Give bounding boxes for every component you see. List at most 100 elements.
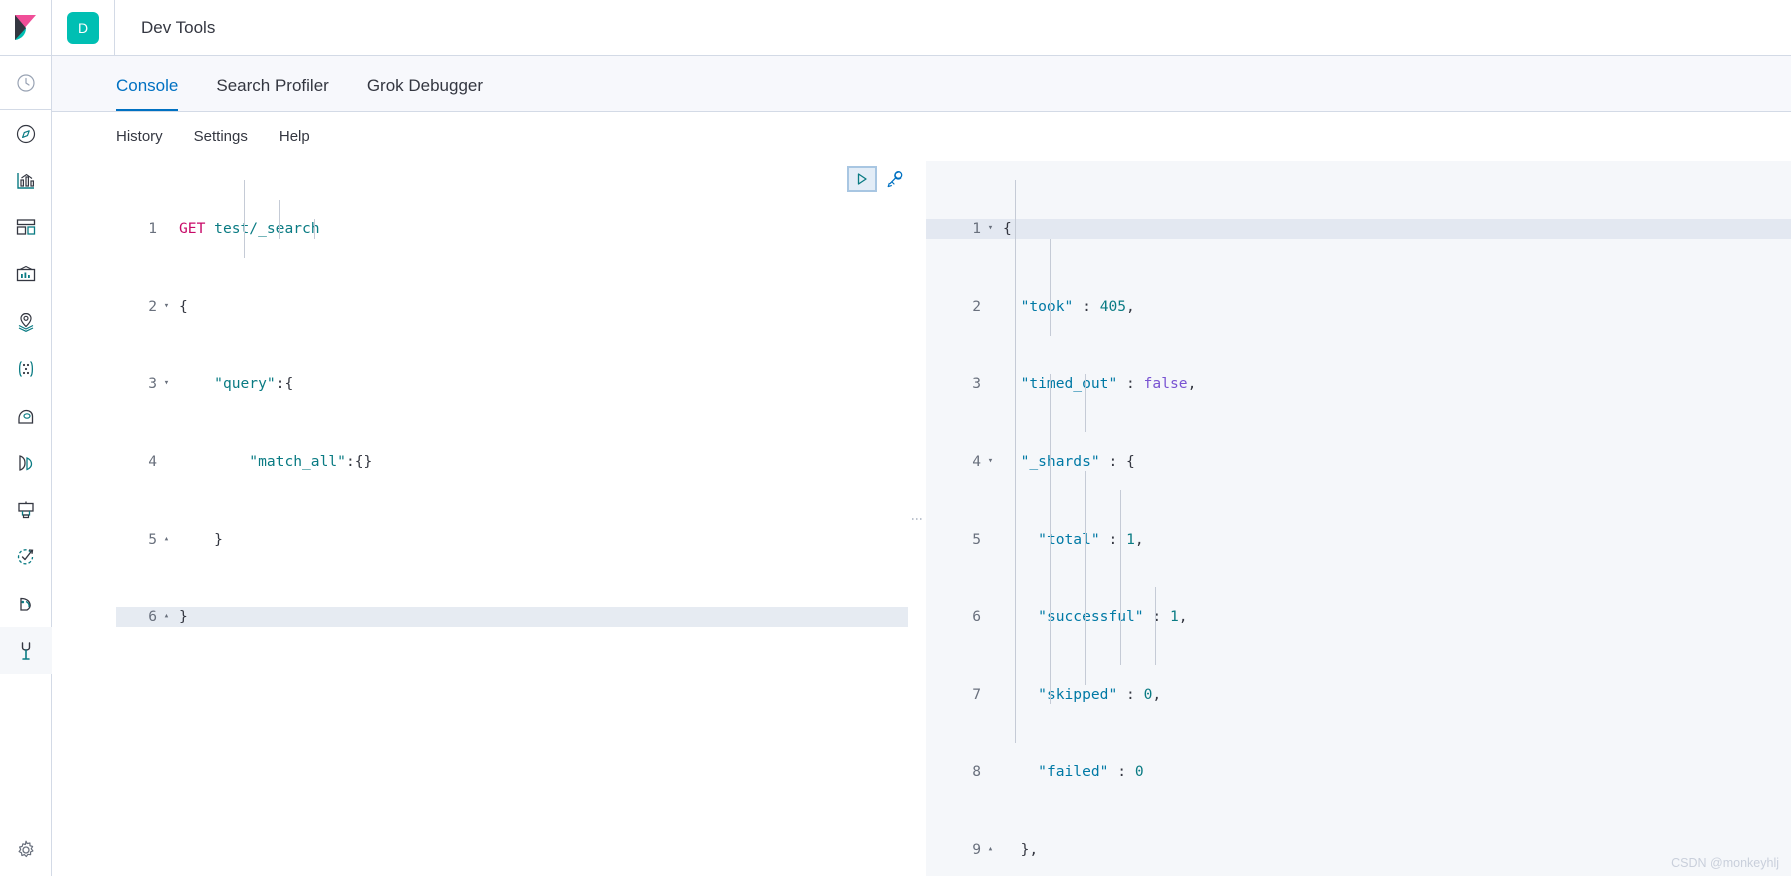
- request-editor-pane[interactable]: 1 GET test/_search 2 ▾ { 3 ▾ "query":{4…: [52, 161, 908, 876]
- indent-guide: [1155, 587, 1156, 665]
- siem-security-icon: [19, 597, 31, 611]
- sidebar-item-visualize[interactable]: [0, 157, 52, 204]
- fold-toggle[interactable]: ▾: [160, 297, 173, 316]
- compass-discover-icon: [16, 124, 35, 143]
- response-pane[interactable]: 1 ▾ { 2 "took" : 405, 3 "timed_out" : fa…: [926, 161, 1791, 876]
- response-line-1: 1 ▾ {: [926, 219, 1791, 239]
- sidebar-item-discover[interactable]: [0, 110, 52, 157]
- request-editor-lines[interactable]: 1 GET test/_search 2 ▾ { 3 ▾ "query":{4…: [116, 161, 908, 743]
- response-line-text: "successful" : 1,: [997, 607, 1187, 626]
- response-line-2: 2 "took" : 405,: [926, 297, 1791, 316]
- fold-toggle[interactable]: ▴: [160, 530, 173, 549]
- request-line-text: GET test/_search: [173, 219, 320, 238]
- sidebar-item-uptime[interactable]: [0, 533, 52, 580]
- tab-console[interactable]: Console: [116, 77, 179, 111]
- indent-guide: [244, 180, 245, 258]
- shards-total-value: 1: [1126, 530, 1135, 548]
- response-line-text: "skipped" : 0,: [997, 685, 1161, 704]
- sidebar-item-management[interactable]: [0, 824, 52, 876]
- global-nav-sidebar: [0, 0, 52, 876]
- request-line-text: "match_all":{}: [173, 452, 372, 471]
- line-number: 4: [148, 453, 157, 471]
- response-line-text: },: [997, 840, 1039, 859]
- failed-key: "failed": [1038, 763, 1109, 781]
- menu-history[interactable]: History: [116, 128, 163, 145]
- request-line-text: {: [179, 297, 188, 315]
- query-open: :{: [275, 375, 294, 393]
- line-number: 9: [972, 841, 981, 859]
- sidebar-item-maps[interactable]: [0, 298, 52, 345]
- tab-grok-debugger[interactable]: Grok Debugger: [367, 77, 483, 111]
- fold-toggle[interactable]: ▴: [160, 607, 173, 626]
- failed-value: 0: [1134, 763, 1144, 781]
- presentation-canvas-icon: [16, 265, 35, 281]
- fold-toggle[interactable]: ▴: [984, 840, 997, 859]
- clock-recently-viewed-icon: [16, 73, 35, 92]
- request-line-5: 5 ▴ }: [116, 530, 908, 549]
- deployment-badge[interactable]: D: [67, 11, 99, 44]
- tab-bar: Console Search Profiler Grok Debugger: [52, 56, 1791, 112]
- colon: :: [1117, 763, 1127, 781]
- page-title: Dev Tools: [141, 17, 216, 37]
- response-line-4: 4 ▾ "_shards" : {: [926, 452, 1791, 471]
- line-number: 2: [972, 297, 981, 315]
- uptime-check-icon: [17, 548, 33, 564]
- menu-settings[interactable]: Settings: [194, 128, 248, 145]
- line-number: 5: [148, 530, 157, 548]
- line-number: 8: [972, 763, 981, 781]
- indent-guide: [279, 199, 280, 239]
- kibana-logo[interactable]: [0, 0, 52, 56]
- response-line-text: {: [1003, 220, 1012, 238]
- match-all-value: :{}: [345, 453, 373, 471]
- request-path: test/_search: [214, 220, 320, 238]
- line-number: 4: [972, 453, 981, 471]
- took-key: "took": [1020, 297, 1074, 315]
- bar-chart-visualize-icon: [16, 172, 34, 189]
- brace: {: [1126, 453, 1135, 471]
- fold-toggle[interactable]: ▾: [984, 452, 997, 471]
- apm-monitor-icon: [17, 501, 34, 518]
- request-line-1: 1 GET test/_search: [116, 219, 908, 238]
- fold-toggle[interactable]: ▾: [160, 374, 173, 393]
- successful-key: "successful": [1038, 608, 1144, 626]
- comma: ,: [1126, 297, 1135, 315]
- map-marker-layers-icon: [18, 312, 33, 332]
- timed-out-value: false: [1143, 375, 1188, 393]
- sidebar-item-infrastructure[interactable]: [0, 392, 52, 439]
- dev-tools-console-page: D Dev Tools Console Search Profiler Grok…: [0, 0, 1791, 876]
- indent-guide: [1120, 490, 1121, 665]
- request-line-3: 3 ▾ "query":{: [116, 374, 908, 393]
- top-header-bar: D Dev Tools: [52, 0, 1791, 56]
- colon: :: [1108, 453, 1118, 471]
- colon: :: [1152, 608, 1162, 626]
- sidebar-item-siem[interactable]: [0, 580, 52, 627]
- tab-search-profiler[interactable]: Search Profiler: [216, 77, 328, 111]
- fold-toggle[interactable]: ▾: [984, 219, 997, 238]
- sidebar-item-apm[interactable]: [0, 486, 52, 533]
- infrastructure-metrics-icon: [17, 409, 33, 424]
- response-editor-lines[interactable]: 1 ▾ { 2 "took" : 405, 3 "timed_out" : fa…: [926, 161, 1791, 876]
- pane-resize-handle[interactable]: ⋮: [908, 161, 926, 876]
- sidebar-item-dashboard[interactable]: [0, 204, 52, 251]
- response-line-5: 5 "total" : 1,: [926, 530, 1791, 549]
- menu-help[interactable]: Help: [279, 128, 310, 145]
- took-value: 405: [1099, 297, 1127, 315]
- handle-dots: ⋮: [910, 512, 924, 525]
- recently-viewed-button[interactable]: [0, 56, 52, 110]
- sidebar-item-dev-tools[interactable]: [0, 627, 52, 674]
- http-method: GET: [179, 220, 206, 238]
- comma: ,: [1134, 530, 1144, 548]
- sidebar-items: [0, 110, 52, 674]
- sidebar-item-canvas[interactable]: [0, 251, 52, 298]
- indent-guide: [1085, 471, 1086, 685]
- indent-guide: [1050, 238, 1051, 336]
- response-line-9: 9 ▴ },: [926, 840, 1791, 859]
- line-number: 6: [972, 608, 981, 626]
- response-line-3: 3 "timed_out" : false,: [926, 374, 1791, 393]
- close-inner-brace: }: [214, 530, 223, 548]
- sidebar-item-logs[interactable]: [0, 439, 52, 486]
- logs-stream-icon: [18, 454, 32, 471]
- response-line-text: "took" : 405,: [997, 297, 1135, 316]
- match-all-key: "match_all": [249, 453, 346, 471]
- sidebar-item-machine-learning[interactable]: [0, 345, 52, 392]
